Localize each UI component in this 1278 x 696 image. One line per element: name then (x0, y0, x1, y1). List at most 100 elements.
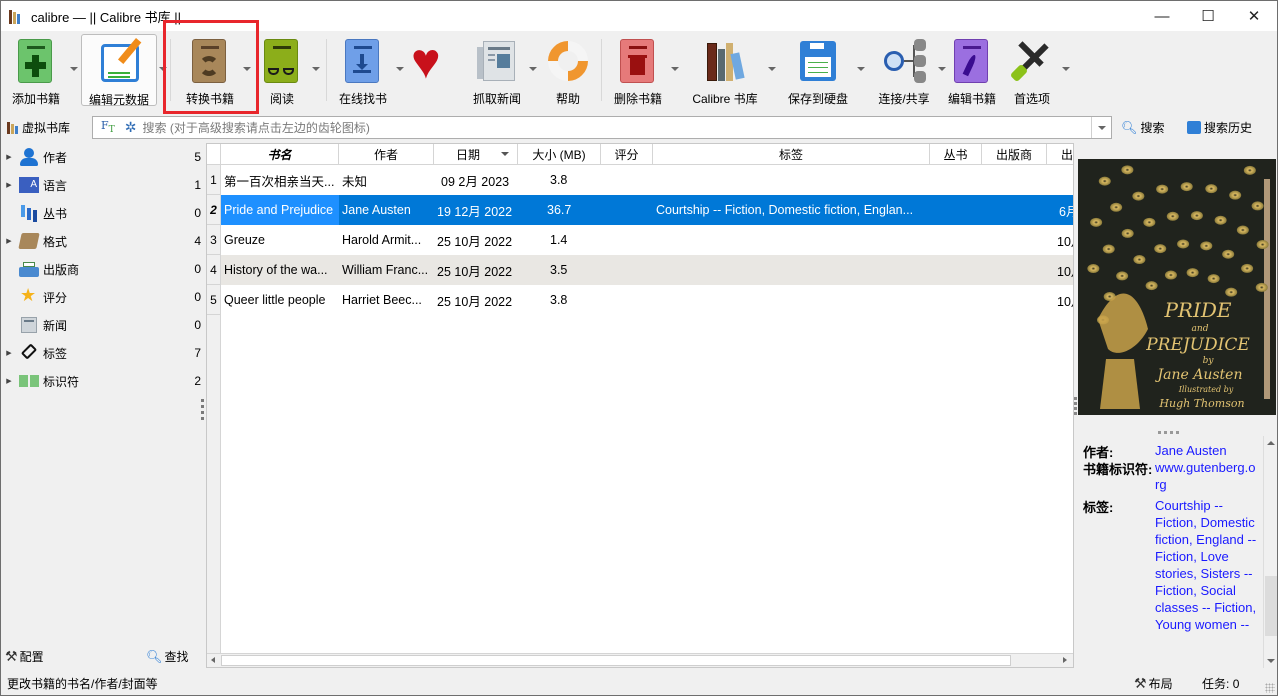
find-button[interactable]: 🔍︎ 查找 (146, 648, 189, 665)
horizontal-scrollbar[interactable] (207, 653, 1073, 667)
preferences-icon (1008, 37, 1056, 85)
column-header-publisher[interactable]: 出版商 (982, 144, 1047, 164)
save-to-disk-dropdown[interactable] (857, 67, 865, 71)
cell-date: 09 2月 2023 (441, 174, 510, 189)
scroll-up-icon[interactable] (1267, 441, 1275, 445)
table-row[interactable]: 第一百次相亲当天... 未知 09 2月 2023 3.8 (221, 165, 1073, 195)
view-book-dropdown[interactable] (312, 67, 320, 71)
resize-grip[interactable] (1265, 683, 1275, 693)
add-books-button[interactable]: 添加书籍 (5, 34, 67, 106)
edit-book-button[interactable]: 编辑书籍 (945, 34, 999, 106)
jobs-indicator[interactable]: 任务: 0 (1202, 675, 1239, 692)
table-row[interactable]: Queer little people Harriet Beec... 25 1… (221, 285, 1073, 315)
preferences-button[interactable]: 首选项 (1005, 34, 1059, 106)
tag-category-count: 4 (194, 234, 201, 248)
get-books-dropdown[interactable] (396, 67, 404, 71)
calibre-library-dropdown[interactable] (768, 67, 776, 71)
calibre-library-button[interactable]: Calibre 书库 (687, 34, 763, 106)
tag-category-formats[interactable]: ▶ 格式 4 (1, 227, 201, 255)
gear-icon[interactable]: ✲ (125, 119, 137, 136)
column-header-pubdate[interactable]: 出 (1047, 144, 1073, 164)
tag-category-rating[interactable]: ★ 评分 0 (1, 283, 201, 311)
tag-category-identifiers[interactable]: ▶ 标识符 2 (1, 367, 201, 395)
convert-books-dropdown[interactable] (243, 67, 251, 71)
row-number[interactable]: 4 (207, 255, 221, 285)
tag-category-series[interactable]: 丛书 0 (1, 199, 201, 227)
tag-category-authors[interactable]: ▶ 作者 5 (1, 143, 201, 171)
calibre-main-window: calibre — || Calibre 书库 || — ☐ ✕ 添加书籍 编辑 (0, 0, 1278, 696)
expand-arrow-icon[interactable]: ▶ (3, 181, 15, 189)
fetch-news-label: 抓取新闻 (472, 92, 522, 106)
column-header-tags[interactable]: 标签 (653, 144, 930, 164)
cover-splitter[interactable] (1074, 397, 1077, 417)
search-box[interactable]: FT ✲ (92, 116, 1112, 139)
book-cover-image[interactable]: PRIDE and PREJUDICE by Jane Austen Illus… (1078, 159, 1276, 415)
configure-button[interactable]: ⚒ 配置 (5, 648, 44, 665)
minimize-button[interactable]: — (1139, 1, 1185, 31)
edit-metadata-button[interactable]: 编辑元数据 (81, 34, 157, 107)
format-icon (18, 231, 40, 251)
remove-books-button[interactable]: 删除书籍 (607, 34, 669, 106)
expand-arrow-icon[interactable]: ▶ (3, 349, 15, 357)
get-books-button[interactable]: 在线找书 (335, 34, 391, 106)
help-button[interactable]: 帮助 (539, 32, 597, 106)
column-header-title[interactable]: 书名 (221, 144, 339, 164)
fetch-news-button[interactable]: 抓取新闻 (467, 34, 527, 106)
save-to-disk-button[interactable]: 保存到硬盘 (785, 34, 851, 106)
table-row[interactable]: Greuze Harold Armit... 25 10月 2022 1.4 1… (221, 225, 1073, 255)
details-splitter[interactable] (1158, 431, 1182, 434)
search-history-button[interactable]: 搜索历史 (1187, 119, 1252, 136)
fetch-news-dropdown[interactable] (529, 67, 537, 71)
tag-category-languages[interactable]: ▶ A 语言 1 (1, 171, 201, 199)
maximize-button[interactable]: ☐ (1185, 1, 1231, 31)
tag-browser-splitter[interactable] (201, 399, 205, 423)
detail-author-link[interactable]: Jane Austen (1155, 442, 1259, 459)
details-scrollbar-thumb[interactable] (1265, 576, 1277, 636)
tag-category-publishers[interactable]: 出版商 0 (1, 255, 201, 283)
table-row[interactable]: History of the wa... William Franc... 25… (221, 255, 1073, 285)
column-header-author[interactable]: 作者 (339, 144, 434, 164)
column-header-rating[interactable]: 评分 (601, 144, 653, 164)
layout-button[interactable]: ⚒ 布局 (1134, 675, 1173, 692)
expand-arrow-icon[interactable]: ▶ (3, 377, 15, 385)
column-header-series[interactable]: 丛书 (930, 144, 982, 164)
rating-star-icon: ★ (20, 285, 37, 305)
search-button[interactable]: 🔍︎ 搜索 (1121, 119, 1165, 136)
help-lifebuoy-icon (539, 32, 597, 90)
tag-category-tags[interactable]: ▶ 标签 7 (1, 339, 201, 367)
search-input[interactable] (142, 120, 1091, 135)
donate-button[interactable]: ♥ (409, 34, 461, 106)
scroll-left-icon[interactable] (211, 657, 215, 663)
detail-identifier-link[interactable]: www.gutenberg.org (1155, 459, 1259, 493)
view-book-button[interactable]: 阅读 (257, 34, 307, 106)
horizontal-scrollbar-thumb[interactable] (221, 655, 1011, 666)
convert-books-button[interactable]: 转换书籍 (177, 34, 243, 106)
row-number[interactable]: 3 (207, 225, 221, 255)
row-number[interactable]: 5 (207, 285, 221, 315)
preferences-dropdown[interactable] (1062, 67, 1070, 71)
close-button[interactable]: ✕ (1231, 1, 1277, 31)
wrench-screwdriver-icon: ⚒ (5, 648, 18, 664)
table-row-selected[interactable]: Pride and Prejudice Jane Austen 19 12月 2… (221, 195, 1073, 225)
remove-books-dropdown[interactable] (671, 67, 679, 71)
search-bar-row: 虚拟书库 FT ✲ 🔍︎ 搜索 搜索历史 (1, 113, 1277, 141)
edit-metadata-dropdown[interactable] (159, 67, 167, 71)
detail-tags-links[interactable]: Courtship -- Fiction, Domestic fiction, … (1155, 497, 1259, 633)
row-number[interactable]: 1 (207, 165, 221, 195)
column-header-date[interactable]: 日期 (434, 144, 518, 164)
column-header-size[interactable]: 大小 (MB) (518, 144, 601, 164)
scroll-right-icon[interactable] (1063, 657, 1067, 663)
scroll-down-icon[interactable] (1267, 659, 1275, 663)
row-number[interactable]: 2 (207, 195, 221, 225)
full-text-search-icon[interactable]: FT (101, 119, 115, 135)
peacock-feather-eye (1102, 244, 1115, 254)
search-history-dropdown[interactable] (1091, 117, 1111, 138)
add-books-dropdown[interactable] (70, 67, 78, 71)
details-vertical-scrollbar[interactable] (1263, 436, 1277, 668)
identifier-icon (18, 371, 40, 391)
virtual-library-button[interactable]: 虚拟书库 (7, 119, 70, 136)
expand-arrow-icon[interactable]: ▶ (3, 237, 15, 245)
tag-category-news[interactable]: 新闻 0 (1, 311, 201, 339)
connect-share-button[interactable]: 连接/共享 (873, 34, 935, 106)
expand-arrow-icon[interactable]: ▶ (3, 153, 15, 161)
